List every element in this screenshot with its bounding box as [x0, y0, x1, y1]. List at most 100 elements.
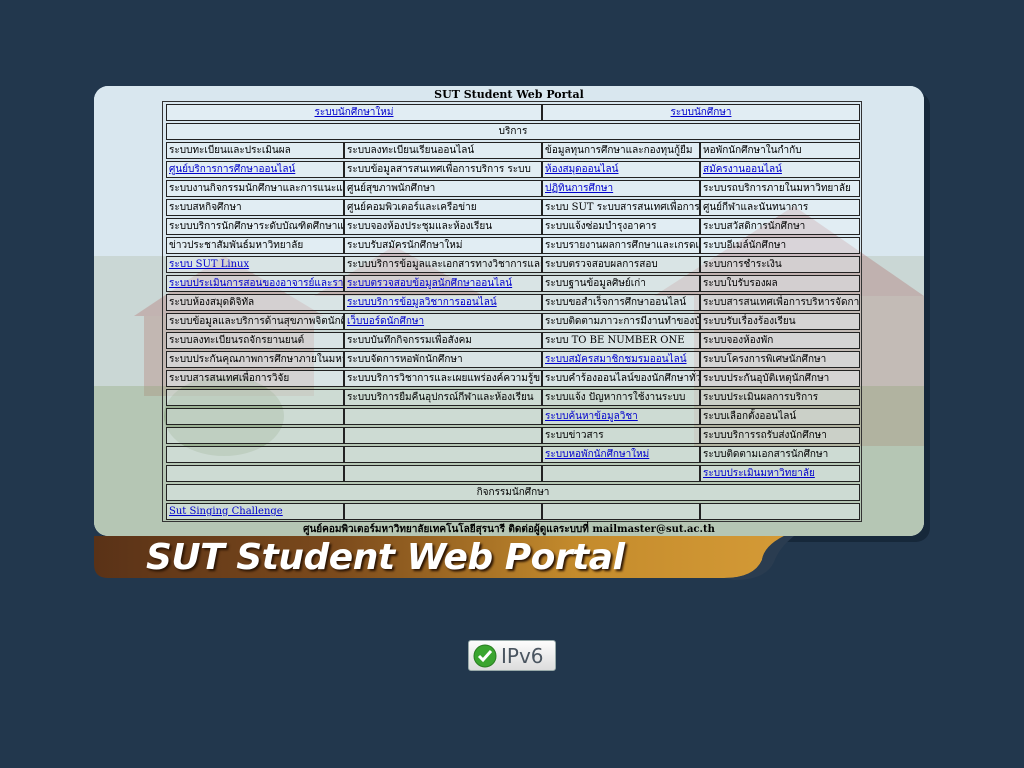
service-cell: ระบบบริการข้อมูลและเอกสารทางวิชาการและงา…: [344, 256, 542, 273]
service-link[interactable]: ระบบนักศึกษาใหม่: [314, 107, 393, 118]
service-link[interactable]: ระบบหอพักนักศึกษาใหม่: [545, 449, 649, 460]
table-row: ระบบทะเบียนและประเมินผล ระบบลงทะเบียนเรีย…: [166, 142, 860, 159]
table-row: ระบบข่าวสาร ระบบบริการรถรับส่งนักศึกษา: [166, 427, 860, 444]
service-cell: ระบบฐานข้อมูลศิษย์เก่า: [542, 275, 700, 292]
service-cell: ระบบสวัสดิการนักศึกษา: [700, 218, 860, 235]
service-label: ระบบอีเมล์นักศึกษา: [703, 240, 787, 251]
service-link[interactable]: ระบบสมัครสมาชิกชมรมออนไลน์: [545, 354, 687, 365]
table-row: ระบบบริการนักศึกษาระดับบัณฑิตศึกษาและนัก…: [166, 218, 860, 235]
service-cell: ศูนย์คอมพิวเตอร์และเครือข่าย: [344, 199, 542, 216]
table-row: ระบบนักศึกษาใหม่ ระบบนักศึกษา: [166, 104, 860, 121]
service-label: ระบบแจ้งซ่อมบำรุงอาคาร: [545, 221, 657, 232]
service-label: ระบบข้อมูลสารสนเทศเพื่อการบริการ ระบบ: [347, 164, 531, 175]
check-icon: [473, 644, 497, 668]
service-cell: ระบบอีเมล์นักศึกษา: [700, 237, 860, 254]
service-label: ระบบบันทึกกิจกรรมเพื่อสังคม: [347, 335, 472, 346]
service-cell[interactable]: ระบบประเมินมหาวิทยาลัย: [700, 465, 860, 482]
footer-contact: ศูนย์คอมพิวเตอร์มหาวิทยาลัยเทคโนโลยีสุรน…: [303, 524, 715, 535]
service-label: หอพักนักศึกษาในกำกับ: [703, 145, 802, 156]
service-cell: ระบบรายงานผลการศึกษาและเกรดเฉลี่ย: [542, 237, 700, 254]
service-label: ระบบบริการวิชาการและเผยแพร่องค์ความรู้ขอ…: [347, 373, 541, 384]
service-cell[interactable]: ระบบค้นหาข้อมูลวิชา: [542, 408, 700, 425]
service-cell: ระบบบริการรถรับส่งนักศึกษา: [700, 427, 860, 444]
service-label: ระบบ SUT ระบบสารสนเทศเพื่อการจัดการเรียน…: [545, 202, 700, 213]
ipv6-label: IPv6: [501, 644, 544, 668]
activity-cell[interactable]: Sut Singing Challenge: [166, 503, 344, 520]
table-row: ระบบสารสนเทศเพื่อการวิจัย ระบบบริการวิชาก…: [166, 370, 860, 387]
service-cell: [344, 408, 542, 425]
service-label: ระบบบริการข้อมูลและเอกสารทางวิชาการและงา…: [347, 259, 542, 270]
table-row: ระบบประเมินการสอนของอาจารย์และรายวิชาทาง…: [166, 275, 860, 292]
service-label: ระบบรายงานผลการศึกษาและเกรดเฉลี่ย: [545, 240, 699, 251]
service-label: ระบบติดตามเอกสารนักศึกษา: [703, 449, 829, 460]
table-row: ระบบบริการยืมคืนอุปกรณ์กีฬาและห้องเรียน ร…: [166, 389, 860, 406]
service-cell: ระบบข้อมูลสารสนเทศเพื่อการบริการ ระบบ: [344, 161, 542, 178]
service-cell: [166, 408, 344, 425]
service-label: ระบบสารสนเทศเพื่อการบริหารจัดการหลักสูตร…: [703, 297, 860, 308]
service-cell: ระบบ SUT ระบบสารสนเทศเพื่อการจัดการเรียน…: [542, 199, 700, 216]
service-link[interactable]: ระบบบริการข้อมูลวิชาการออนไลน์: [347, 297, 497, 308]
service-cell: ระบบบริการวิชาการและเผยแพร่องค์ความรู้ขอ…: [344, 370, 542, 387]
service-link[interactable]: ห้องสมุดออนไลน์: [545, 164, 619, 175]
service-cell[interactable]: ระบบประเมินการสอนของอาจารย์และรายวิชาทาง…: [166, 275, 344, 292]
activity-cell: [344, 503, 542, 520]
service-cell: ระบบโครงการพิเศษนักศึกษา: [700, 351, 860, 368]
services-table: ระบบนักศึกษาใหม่ ระบบนักศึกษาบริการระบบทะ…: [162, 101, 862, 522]
service-link[interactable]: เว็บบอร์ดนักศึกษา: [347, 316, 424, 327]
service-link[interactable]: สมัครงานออนไลน์: [703, 164, 782, 175]
service-cell[interactable]: สมัครงานออนไลน์: [700, 161, 860, 178]
service-cell: ระบบสารสนเทศเพื่อการบริหารจัดการหลักสูตร…: [700, 294, 860, 311]
service-link[interactable]: ปฏิทินการศึกษา: [545, 183, 613, 194]
service-link[interactable]: ระบบตรวจสอบข้อมูลนักศึกษาออนไลน์: [347, 278, 512, 289]
table-row: ระบบห้องสมุดดิจิทัล ระบบบริการข้อมูลวิชาก…: [166, 294, 860, 311]
service-cell: ระบบข่าวสาร: [542, 427, 700, 444]
table-row: ระบบลงทะเบียนรถจักรยานยนต์ ระบบบันทึกกิจก…: [166, 332, 860, 349]
section-title-activities: กิจกรรมนักศึกษา: [166, 484, 860, 501]
service-cell: ระบบงานกิจกรรมนักศึกษาและการแนะแนวอาชีพ: [166, 180, 344, 197]
service-cell[interactable]: ระบบบริการข้อมูลวิชาการออนไลน์: [344, 294, 542, 311]
service-cell[interactable]: เว็บบอร์ดนักศึกษา: [344, 313, 542, 330]
service-cell: ระบบรถบริการภายในมหาวิทยาลัย: [700, 180, 860, 197]
service-cell: [166, 389, 344, 406]
service-label: ระบบบริการนักศึกษาระดับบัณฑิตศึกษาและนัก…: [169, 221, 344, 232]
service-cell: ระบบสหกิจศึกษา: [166, 199, 344, 216]
service-cell: ระบบแจ้ง ปัญหาการใช้งานระบบ: [542, 389, 700, 406]
service-link[interactable]: ระบบประเมินการสอนของอาจารย์และรายวิชาทาง…: [169, 278, 343, 289]
service-link[interactable]: Sut Singing Challenge: [169, 506, 283, 517]
table-row: บริการ: [166, 123, 860, 140]
service-cell[interactable]: ระบบตรวจสอบข้อมูลนักศึกษาออนไลน์: [344, 275, 542, 292]
service-link[interactable]: ระบบประเมินมหาวิทยาลัย: [703, 468, 815, 479]
service-label: ข้อมูลทุนการศึกษาและกองทุนกู้ยืม: [545, 145, 693, 156]
service-cell: ระบบขอสำเร็จการศึกษาออนไลน์: [542, 294, 700, 311]
service-link[interactable]: ระบบนักศึกษา: [671, 107, 732, 118]
service-cell: ระบบสารสนเทศเพื่อการวิจัย: [166, 370, 344, 387]
table-row: ระบบสหกิจศึกษา ศูนย์คอมพิวเตอร์และเครือข่…: [166, 199, 860, 216]
service-label: ระบบบริการรถรับส่งนักศึกษา: [703, 430, 827, 441]
service-cell[interactable]: ศูนย์บริการการศึกษาออนไลน์: [166, 161, 344, 178]
service-label: ระบบฐานข้อมูลศิษย์เก่า: [545, 278, 646, 289]
service-label: ระบบประกันคุณภาพการศึกษาภายในมหาวิทยาลัย…: [169, 354, 343, 365]
panel-title: SUT Student Web Portal: [434, 88, 584, 101]
service-cell: [344, 427, 542, 444]
service-link[interactable]: ระบบ SUT Linux: [169, 259, 249, 270]
service-cell: ระบบตรวจสอบผลการสอบ: [542, 256, 700, 273]
service-cell: ระบบประกันคุณภาพการศึกษาภายในมหาวิทยาลัย…: [166, 351, 344, 368]
service-cell: ระบบข้อมูลและบริการด้านสุขภาพจิตนักศึกษา…: [166, 313, 344, 330]
service-cell[interactable]: ปฏิทินการศึกษา: [542, 180, 700, 197]
service-cell[interactable]: ระบบสมัครสมาชิกชมรมออนไลน์: [542, 351, 700, 368]
service-cell: ระบบ TO BE NUMBER ONE: [542, 332, 700, 349]
service-label: ระบบข้อมูลและบริการด้านสุขภาพจิตนักศึกษา…: [169, 316, 343, 327]
service-label: ระบบจัดการหอพักนักศึกษา: [347, 354, 463, 365]
service-link[interactable]: ศูนย์บริการการศึกษาออนไลน์: [169, 164, 295, 175]
ipv6-badge[interactable]: IPv6: [468, 640, 556, 671]
header-link-students[interactable]: ระบบนักศึกษา: [542, 104, 860, 121]
service-label: ระบบประเมินผลการบริการ: [703, 392, 819, 403]
service-cell[interactable]: ห้องสมุดออนไลน์: [542, 161, 700, 178]
table-row: ศูนย์บริการการศึกษาออนไลน์ ระบบข้อมูลสารส…: [166, 161, 860, 178]
header-link-new-students[interactable]: ระบบนักศึกษาใหม่: [166, 104, 542, 121]
service-cell[interactable]: ระบบ SUT Linux: [166, 256, 344, 273]
portal-panel: SUT Student Web Portal ระบบนักศึกษาใหม่ร…: [94, 86, 924, 536]
service-link[interactable]: ระบบค้นหาข้อมูลวิชา: [545, 411, 638, 422]
service-cell[interactable]: ระบบหอพักนักศึกษาใหม่: [542, 446, 700, 463]
service-label: ระบบงานกิจกรรมนักศึกษาและการแนะแนวอาชีพ: [169, 183, 343, 194]
